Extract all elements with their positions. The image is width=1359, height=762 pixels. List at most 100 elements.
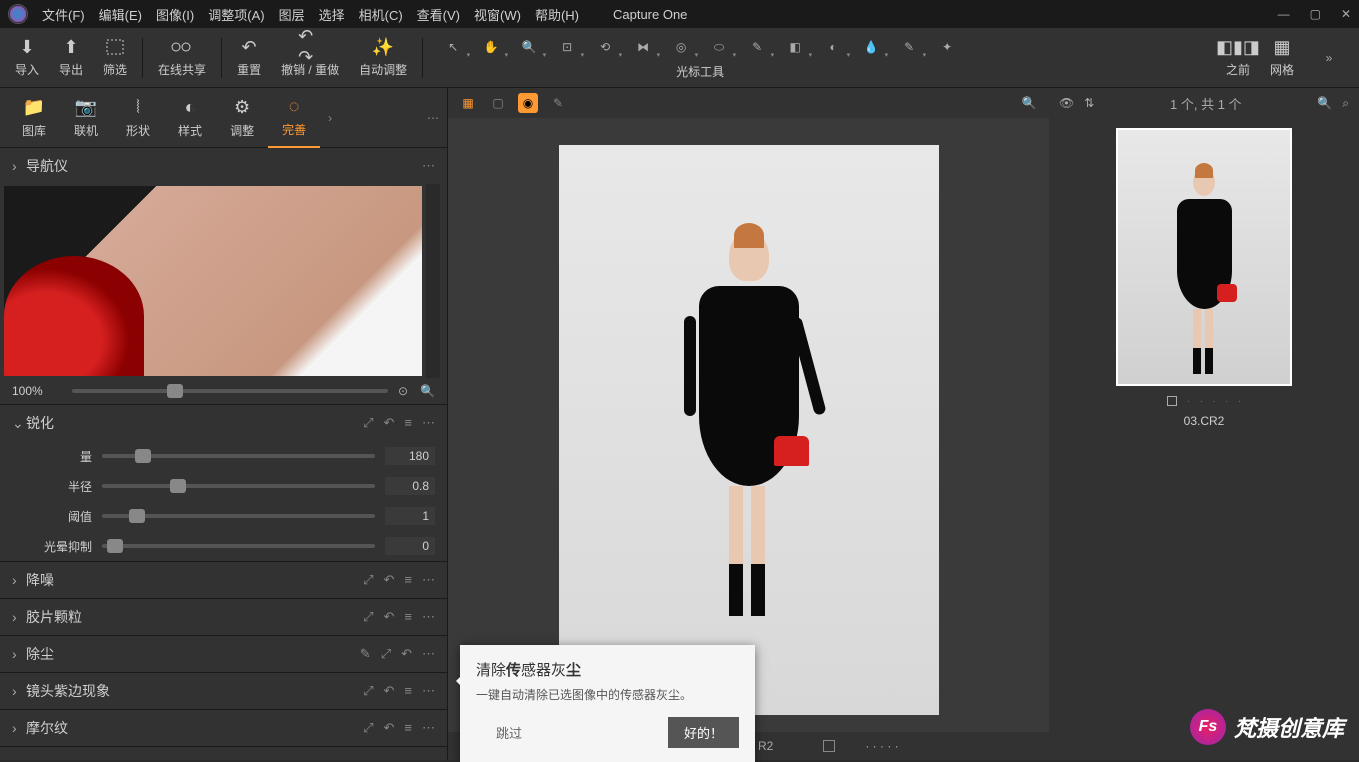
toolbar-overflow[interactable]: » xyxy=(1314,46,1344,70)
sharpen-header[interactable]: ⌄ 锐化 ⤢ ↶ ≡ ⋯ xyxy=(0,405,447,441)
reset-icon[interactable]: ↶ xyxy=(384,683,395,699)
maximize-icon[interactable]: ▢ xyxy=(1310,7,1321,21)
pointer-tool[interactable]: ↖ xyxy=(438,35,468,59)
tab-chevron[interactable]: › xyxy=(328,111,332,125)
annotation-tool[interactable]: ✎ xyxy=(894,35,924,59)
expand-icon[interactable]: ⤢ xyxy=(363,720,373,736)
expand-icon[interactable]: ⤢ xyxy=(363,609,373,625)
filter-button[interactable]: 筛选 xyxy=(103,37,127,78)
crop-tool[interactable]: ⊡ xyxy=(552,35,582,59)
browser-zoom-icon[interactable]: 🔍 xyxy=(1317,96,1332,110)
tab-style[interactable]: ◐样式 xyxy=(164,89,216,147)
preset-icon[interactable]: ≡ xyxy=(404,609,412,625)
zoom-slider[interactable] xyxy=(72,389,388,393)
viewer-canvas[interactable] xyxy=(448,118,1049,732)
sort-icon[interactable]: ⇅ xyxy=(1084,96,1094,110)
film-header[interactable]: ›胶片颗粒⤢↶≡⋯ xyxy=(0,599,447,635)
undo-redo-button[interactable]: ↶ ↷撤销 / 重做 xyxy=(281,37,339,78)
tab-menu[interactable]: ⋯ xyxy=(427,111,439,125)
brush-view-icon[interactable]: ✎ xyxy=(548,93,568,113)
sparkle-tool[interactable]: ✦ xyxy=(932,35,962,59)
dust-header[interactable]: ›除尘✎⤢↶⋯ xyxy=(0,636,447,672)
close-icon[interactable]: ✕ xyxy=(1341,7,1351,21)
reset-button[interactable]: ↶重置 xyxy=(237,37,261,78)
hand-tool[interactable]: ✋ xyxy=(476,35,506,59)
share-button[interactable]: 在线共享 xyxy=(158,37,206,78)
halo-value[interactable]: 0 xyxy=(385,537,435,555)
navigator-scrollbar[interactable] xyxy=(426,184,440,378)
preset-icon[interactable]: ≡ xyxy=(404,572,412,588)
section-menu-icon[interactable]: ⋯ xyxy=(422,646,435,662)
threshold-value[interactable]: 1 xyxy=(385,507,435,525)
zoom-fit-icon[interactable]: ⊙ xyxy=(398,384,408,398)
grid-view-icon[interactable]: ▦ xyxy=(458,93,478,113)
reset-icon[interactable]: ↶ xyxy=(384,609,395,625)
amount-value[interactable]: 180 xyxy=(385,447,435,465)
reset-icon[interactable]: ↶ xyxy=(384,572,395,588)
minimize-icon[interactable]: ― xyxy=(1278,7,1290,21)
menu-select[interactable]: 选择 xyxy=(319,5,345,24)
keystone-tool[interactable]: ⧓ xyxy=(628,35,658,59)
tab-refine[interactable]: ◌完善 xyxy=(268,88,320,148)
menu-file[interactable]: 文件(F) xyxy=(42,5,85,24)
navigator-preview[interactable] xyxy=(0,184,426,378)
menu-view[interactable]: 查看(V) xyxy=(417,5,460,24)
section-menu-icon[interactable]: ⋯ xyxy=(422,158,435,174)
tab-adjust[interactable]: ⚙调整 xyxy=(216,89,268,147)
auto-adjust-button[interactable]: ✨自动调整 xyxy=(359,37,407,78)
tooltip-skip-button[interactable]: 跳过 xyxy=(496,723,522,742)
rotate-tool[interactable]: ⟲ xyxy=(590,35,620,59)
halo-slider[interactable] xyxy=(102,544,375,548)
expand-icon[interactable]: ⤢ xyxy=(363,415,373,431)
navigator-header[interactable]: › 导航仪 ⋯ xyxy=(0,148,447,184)
grid-button[interactable]: ▦网格 xyxy=(1270,37,1294,78)
before-after-button[interactable]: ◧▮◨之前 xyxy=(1226,37,1250,78)
section-menu-icon[interactable]: ⋯ xyxy=(422,720,435,736)
import-button[interactable]: ⬇导入 xyxy=(15,37,39,78)
menu-help[interactable]: 帮助(H) xyxy=(535,5,579,24)
checkbox-icon[interactable] xyxy=(823,740,835,752)
zoom-100-icon[interactable]: 🔍 xyxy=(420,384,435,398)
thumbnail[interactable] xyxy=(1116,128,1292,386)
loupe-tool[interactable]: 🔍 xyxy=(514,35,544,59)
eyedropper-tool[interactable]: 💧 xyxy=(856,35,886,59)
thumb-rating[interactable]: ····· xyxy=(1167,396,1240,406)
menu-edit[interactable]: 编辑(E) xyxy=(99,5,142,24)
expand-icon[interactable]: ⤢ xyxy=(381,646,391,662)
spot-tool[interactable]: ◎ xyxy=(666,35,696,59)
moire-header[interactable]: ›摩尔纹⤢↶≡⋯ xyxy=(0,710,447,746)
menu-image[interactable]: 图像(I) xyxy=(156,5,194,24)
radius-slider[interactable] xyxy=(102,484,375,488)
gradient-tool[interactable]: ◐ xyxy=(818,35,848,59)
single-view-icon[interactable]: ▢ xyxy=(488,93,508,113)
preset-icon[interactable]: ≡ xyxy=(404,720,412,736)
section-menu-icon[interactable]: ⋯ xyxy=(422,572,435,588)
reset-icon[interactable]: ↶ xyxy=(384,720,395,736)
tab-shape[interactable]: ⦚形状 xyxy=(112,89,164,147)
menu-window[interactable]: 视窗(W) xyxy=(474,5,521,24)
expand-icon[interactable]: ⤢ xyxy=(363,572,373,588)
radius-value[interactable]: 0.8 xyxy=(385,477,435,495)
tab-library[interactable]: 📁图库 xyxy=(8,89,60,147)
preset-icon[interactable]: ≡ xyxy=(404,415,412,431)
menu-adjust[interactable]: 调整项(A) xyxy=(208,5,264,24)
viewer-zoom-icon[interactable]: 🔍 xyxy=(1019,93,1039,113)
auto-dust-icon[interactable]: ✎ xyxy=(360,646,371,662)
browser-search-icon[interactable]: ⌕ xyxy=(1342,96,1349,111)
expand-icon[interactable]: ⤢ xyxy=(363,683,373,699)
menu-layer[interactable]: 图层 xyxy=(279,5,305,24)
export-button[interactable]: ⬆导出 xyxy=(59,37,83,78)
proof-view-icon[interactable]: ◉ xyxy=(518,93,538,113)
section-menu-icon[interactable]: ⋯ xyxy=(422,683,435,699)
section-menu-icon[interactable]: ⋯ xyxy=(422,415,435,431)
eraser-tool[interactable]: ◧ xyxy=(780,35,810,59)
menu-camera[interactable]: 相机(C) xyxy=(359,5,403,24)
section-menu-icon[interactable]: ⋯ xyxy=(422,609,435,625)
noise-header[interactable]: ›降噪⤢↶≡⋯ xyxy=(0,562,447,598)
reset-icon[interactable]: ↶ xyxy=(401,646,412,662)
amount-slider[interactable] xyxy=(102,454,375,458)
mask-tool[interactable]: ⬭ xyxy=(704,35,734,59)
visibility-icon[interactable]: 👁 xyxy=(1059,96,1074,110)
preset-icon[interactable]: ≡ xyxy=(404,683,412,699)
threshold-slider[interactable] xyxy=(102,514,375,518)
